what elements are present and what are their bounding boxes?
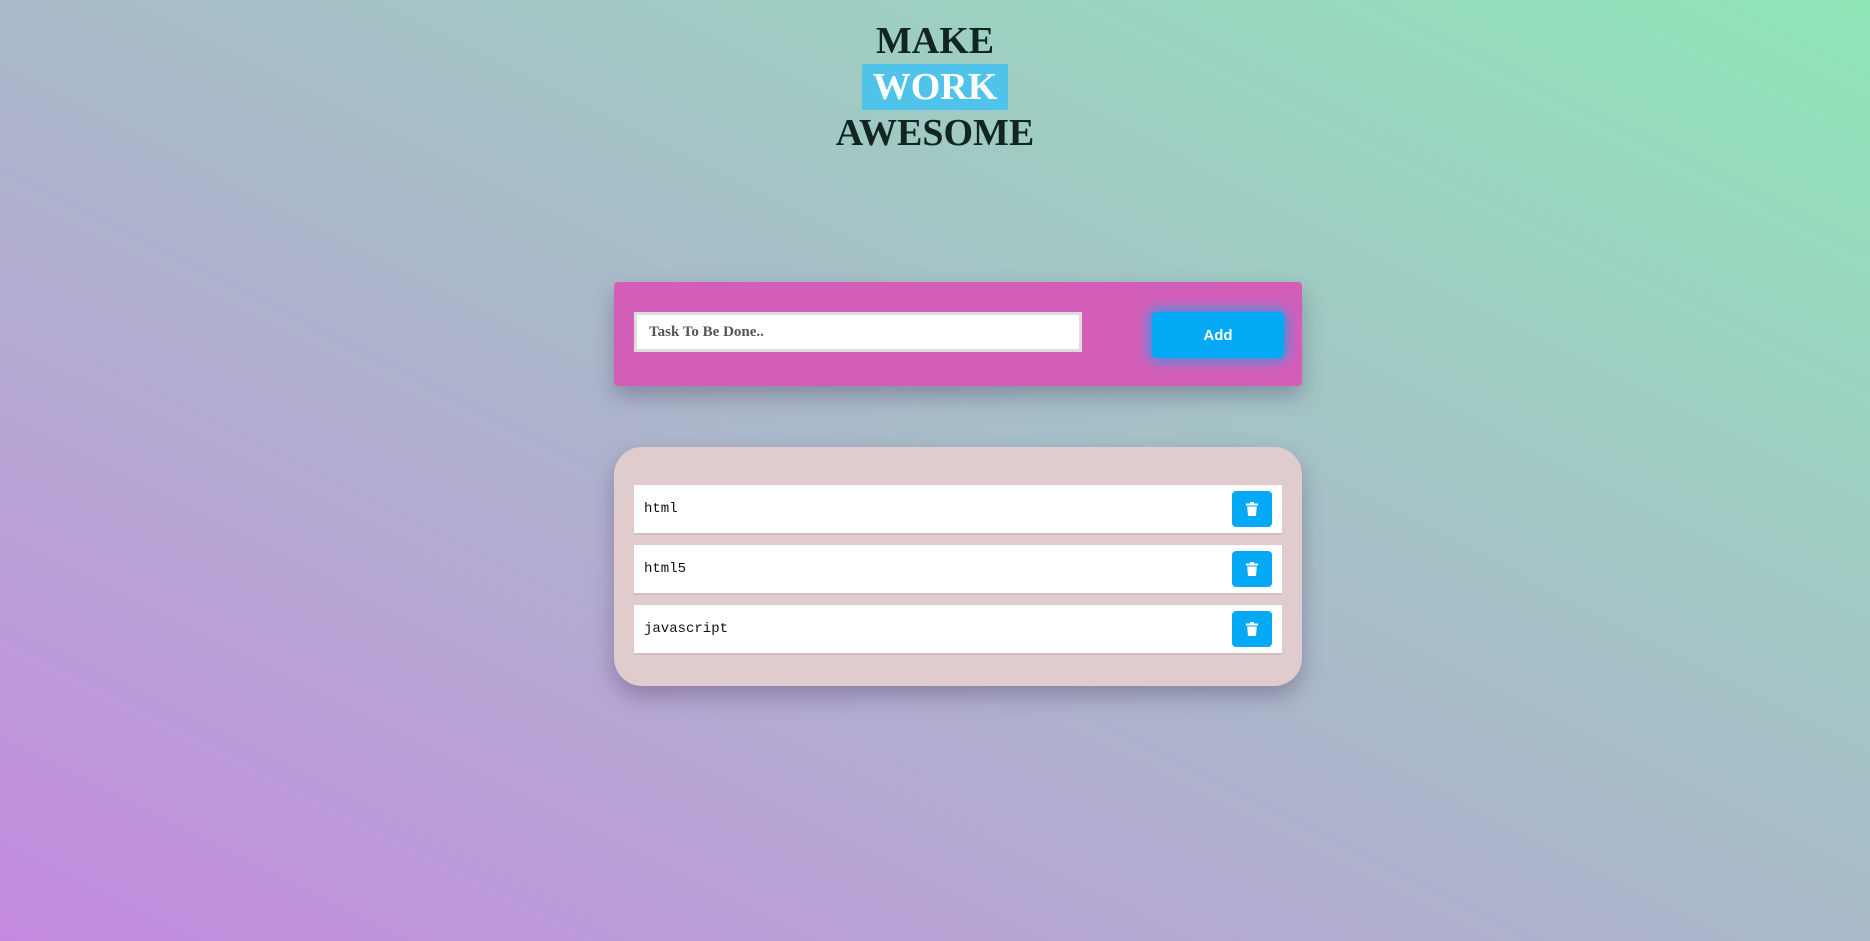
task-item: javascript — [634, 605, 1282, 653]
trash-icon — [1246, 562, 1258, 576]
heading-line-awesome: AWESOME — [835, 112, 1035, 154]
task-input[interactable] — [634, 312, 1082, 352]
page-heading: MAKE WORK AWESOME — [0, 18, 1870, 156]
delete-task-button[interactable] — [1232, 491, 1272, 527]
task-item: html — [634, 485, 1282, 533]
task-label: html — [644, 501, 678, 517]
task-list: html html5 javascript — [614, 447, 1302, 686]
task-input-panel: Add — [614, 282, 1302, 386]
task-label: javascript — [644, 621, 729, 637]
trash-icon — [1246, 502, 1258, 516]
heading-line-work: WORK — [861, 64, 1009, 110]
trash-icon — [1246, 622, 1258, 636]
task-item: html5 — [634, 545, 1282, 593]
delete-task-button[interactable] — [1232, 551, 1272, 587]
task-label: html5 — [644, 561, 687, 577]
delete-task-button[interactable] — [1232, 611, 1272, 647]
add-task-button[interactable]: Add — [1152, 312, 1284, 358]
heading-line-make: MAKE — [875, 20, 995, 62]
